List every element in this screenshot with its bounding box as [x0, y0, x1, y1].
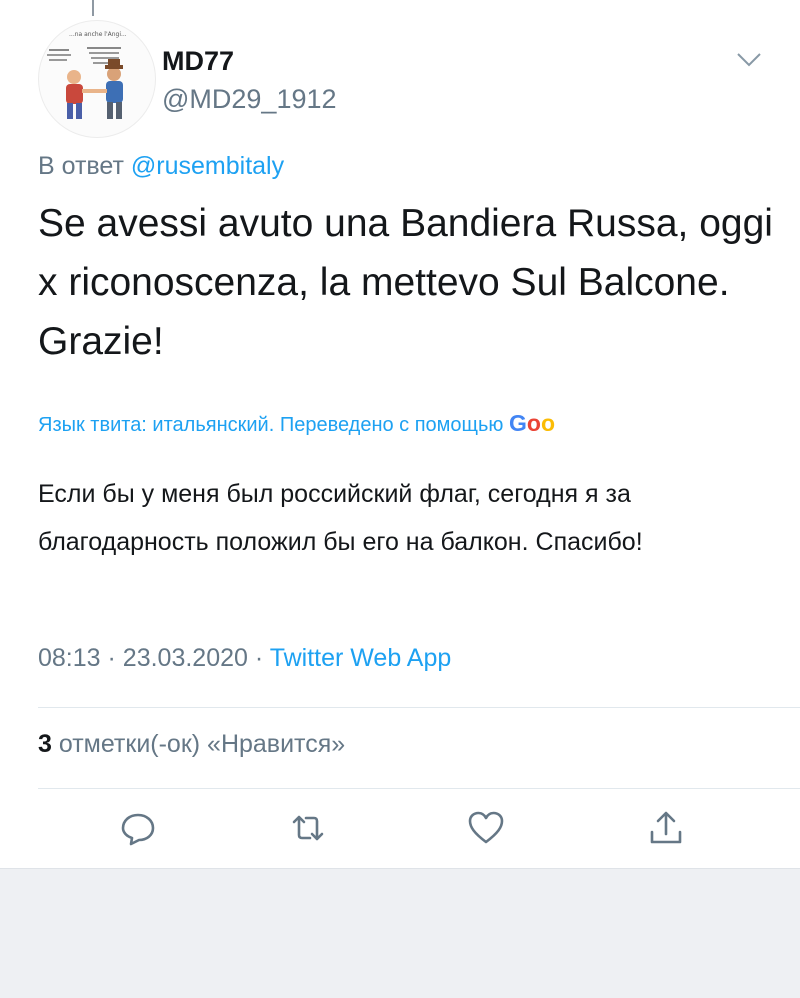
reply-icon: [121, 813, 155, 846]
thread-connector-line: [92, 0, 94, 16]
tweet-meta: 08:13 · 23.03.2020 · Twitter Web App: [38, 644, 451, 673]
meta-separator: ·: [107, 644, 116, 672]
tweet-time[interactable]: 08:13: [38, 644, 101, 672]
google-logo-o2: o: [540, 410, 556, 436]
reply-button[interactable]: [118, 808, 158, 848]
share-icon: [650, 811, 682, 844]
avatar[interactable]: ...na anche l'Angi...: [38, 20, 156, 138]
like-button[interactable]: [466, 808, 506, 848]
google-logo-g: G: [509, 410, 527, 436]
share-button[interactable]: [646, 808, 686, 848]
retweet-button[interactable]: [288, 808, 328, 848]
divider: [38, 788, 800, 789]
like-heart-icon: [468, 811, 504, 844]
translation-notice-text: Язык твита: итальянский. Переведено с по…: [38, 414, 504, 436]
svg-text:...na anche l'Angi...: ...na anche l'Angi...: [69, 31, 127, 38]
translation-notice[interactable]: Язык твита: итальянский. Переведено с по…: [38, 410, 760, 437]
reply-context: В ответ @rusembitaly: [38, 152, 284, 181]
google-logo: Goo: [509, 410, 555, 436]
meta-separator: ·: [254, 644, 264, 672]
google-logo-o1: o: [526, 410, 541, 436]
translated-text: Если бы у меня был российский флаг, сего…: [38, 480, 643, 556]
likes-count: 3: [38, 730, 52, 758]
likes-count-link[interactable]: 3 отметки(-ок) «Нравится»: [38, 730, 345, 759]
cartoon-avatar-icon: ...na anche l'Angi...: [47, 31, 127, 119]
chevron-down-icon: [737, 53, 761, 67]
tweet-card: ...na anche l'Angi... MD77 @MD29_1912 В …: [0, 0, 800, 869]
divider: [38, 707, 800, 708]
author-handle[interactable]: @MD29_1912: [162, 84, 337, 115]
author-display-name[interactable]: MD77: [162, 46, 234, 77]
source-app-link[interactable]: Twitter Web App: [270, 644, 452, 672]
tweet-menu-chevron[interactable]: [736, 52, 762, 73]
likes-label: отметки(-ок) «Нравится»: [58, 730, 346, 758]
tweet-date[interactable]: 23.03.2020: [123, 644, 248, 672]
retweet-icon: [292, 815, 324, 841]
tweet-text: Se avessi avuto una Bandiera Russa, oggi…: [38, 202, 773, 363]
reply-prefix: В ответ: [38, 152, 124, 180]
reply-mention-link[interactable]: @rusembitaly: [131, 152, 284, 180]
